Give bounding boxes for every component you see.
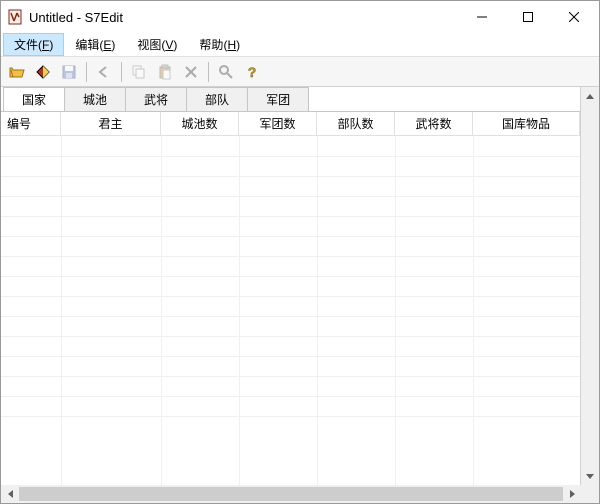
col-lord[interactable]: 君主: [61, 112, 161, 136]
scroll-corner: [581, 485, 599, 503]
tab-general[interactable]: 武将: [125, 87, 187, 111]
tab-troop[interactable]: 部队: [186, 87, 248, 111]
minimize-button[interactable]: [459, 2, 505, 32]
content-row: 国家 城池 武将 部队 军团 编号 君主 城池数 军团数 部队数 武将数: [1, 87, 599, 485]
tab-city[interactable]: 城池: [64, 87, 126, 111]
app-icon: [7, 9, 23, 25]
close-button[interactable]: [551, 2, 597, 32]
col-treasury[interactable]: 国库物品: [473, 112, 580, 136]
app-window: Untitled - S7Edit 文件(F) 编辑(E) 视图(V) 帮助(H…: [0, 0, 600, 504]
hscroll-track[interactable]: [19, 485, 563, 503]
save-button: [57, 60, 81, 84]
tab-country[interactable]: 国家: [3, 87, 65, 111]
vertical-scrollbar[interactable]: [581, 87, 599, 485]
window-title: Untitled - S7Edit: [29, 10, 459, 25]
scroll-down-button[interactable]: [581, 467, 599, 485]
toolbar-separator: [121, 62, 122, 82]
svg-text:?: ?: [248, 64, 257, 80]
col-troop-count[interactable]: 部队数: [317, 112, 395, 136]
table-header: 编号 君主 城池数 军团数 部队数 武将数 国库物品: [1, 112, 580, 136]
scroll-left-button[interactable]: [1, 485, 19, 503]
col-city-count[interactable]: 城池数: [161, 112, 239, 136]
search-button: [214, 60, 238, 84]
col-id[interactable]: 编号: [1, 112, 61, 136]
menu-edit[interactable]: 编辑(E): [64, 33, 126, 56]
menu-view[interactable]: 视图(V): [126, 33, 188, 56]
copy-button: [127, 60, 151, 84]
vscroll-track[interactable]: [581, 105, 599, 467]
menubar: 文件(F) 编辑(E) 视图(V) 帮助(H): [1, 33, 599, 57]
scroll-right-button[interactable]: [563, 485, 581, 503]
titlebar: Untitled - S7Edit: [1, 1, 599, 33]
paste-button: [153, 60, 177, 84]
tab-strip: 国家 城池 武将 部队 军团: [1, 87, 580, 111]
back-button: [92, 60, 116, 84]
horizontal-scrollbar[interactable]: [1, 485, 599, 503]
col-corps-count[interactable]: 军团数: [239, 112, 317, 136]
toolbar: ?: [1, 57, 599, 87]
open-button[interactable]: [5, 60, 29, 84]
table-body: [1, 136, 580, 485]
maximize-button[interactable]: [505, 2, 551, 32]
hscroll-thumb[interactable]: [19, 487, 563, 501]
main-area: 国家 城池 武将 部队 军团 编号 君主 城池数 军团数 部队数 武将数: [1, 87, 581, 485]
tab-corps[interactable]: 军团: [247, 87, 309, 111]
menu-file[interactable]: 文件(F): [3, 33, 64, 56]
toolbar-separator: [86, 62, 87, 82]
menu-help[interactable]: 帮助(H): [188, 33, 251, 56]
client-area: 国家 城池 武将 部队 军团 编号 君主 城池数 军团数 部队数 武将数: [1, 87, 599, 503]
help-button[interactable]: ?: [240, 60, 264, 84]
toolbar-separator: [208, 62, 209, 82]
data-table[interactable]: 编号 君主 城池数 军团数 部队数 武将数 国库物品: [1, 111, 580, 485]
diamond-button[interactable]: [31, 60, 55, 84]
col-general-count[interactable]: 武将数: [395, 112, 473, 136]
delete-button: [179, 60, 203, 84]
scroll-up-button[interactable]: [581, 87, 599, 105]
